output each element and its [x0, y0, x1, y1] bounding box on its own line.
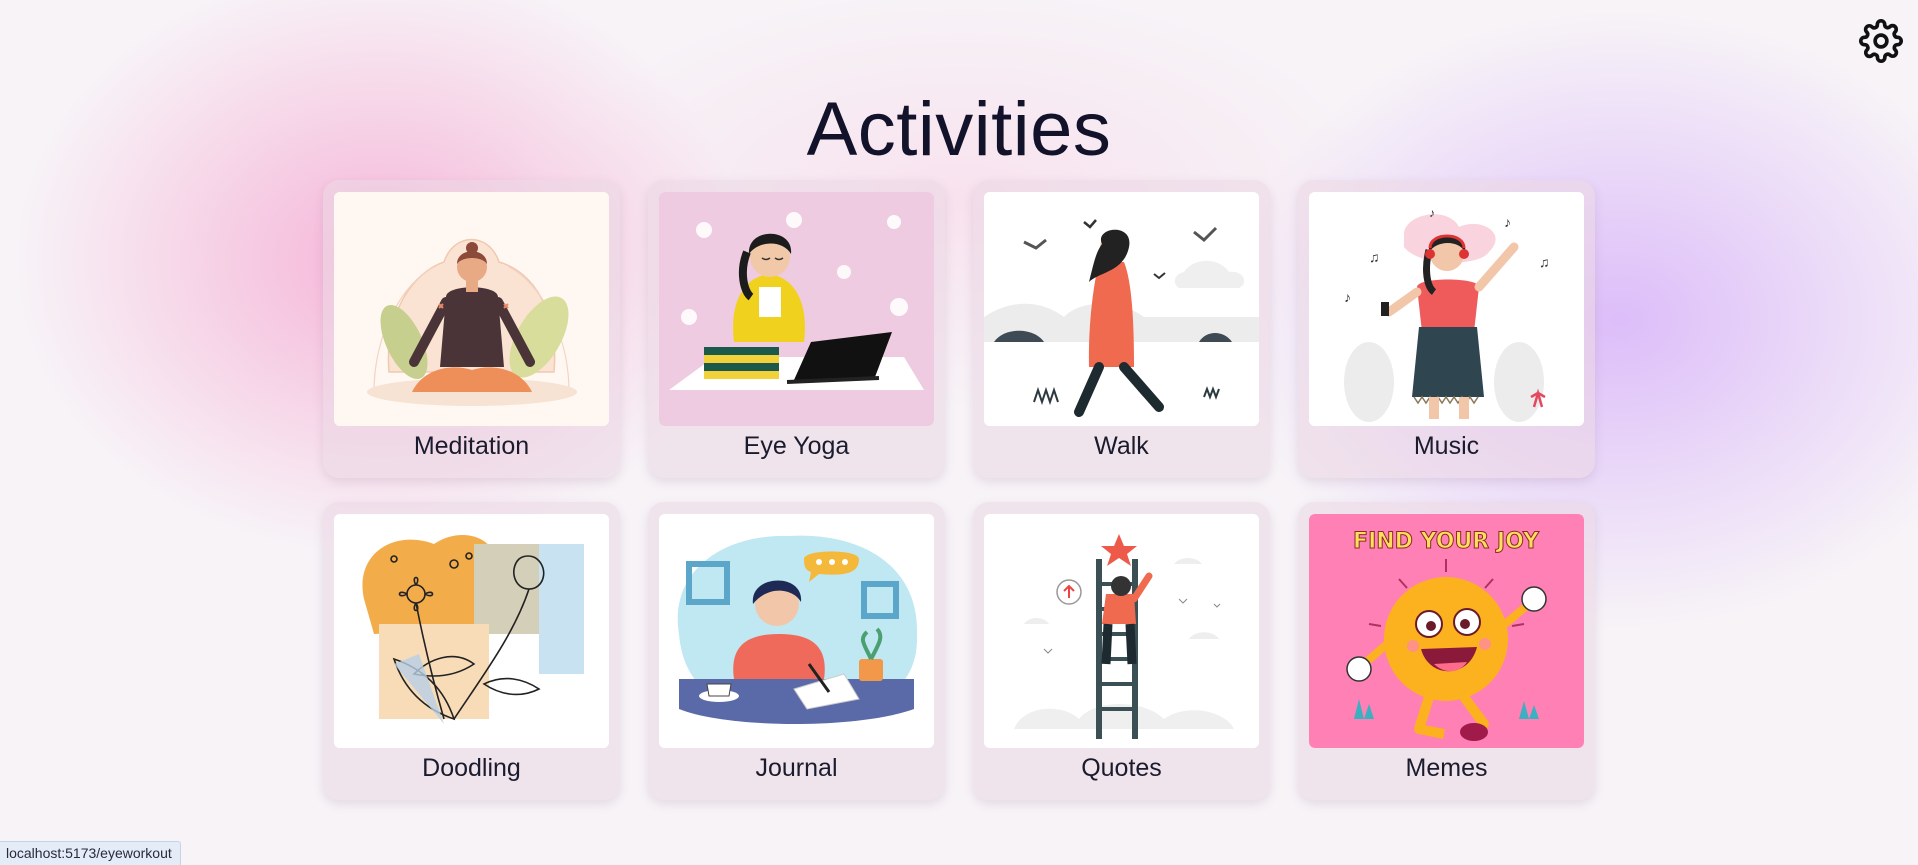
- svg-text:♪: ♪: [1429, 206, 1435, 220]
- activity-card-journal[interactable]: Journal: [648, 502, 945, 800]
- quotes-image: [984, 514, 1259, 748]
- activity-label: Meditation: [413, 432, 530, 460]
- music-image: ♫ ♪ ♫ ♪ ♪: [1309, 192, 1584, 426]
- activity-label: Journal: [755, 754, 838, 782]
- svg-text:♪: ♪: [1504, 214, 1511, 230]
- activity-card-music[interactable]: ♫ ♪ ♫ ♪ ♪ Music: [1298, 180, 1595, 478]
- activities-grid: Meditation Eye Yoga Walk ♫ ♪ ♫ ♪ ♪ Music…: [323, 180, 1595, 800]
- status-bar-url: localhost:5173/eyeworkout: [0, 841, 181, 865]
- activity-label: Quotes: [1081, 754, 1162, 782]
- activity-card-memes[interactable]: FIND YOUR JOY Memes: [1298, 502, 1595, 800]
- meditation-image: [334, 192, 609, 426]
- activity-label: Doodling: [422, 754, 521, 782]
- memes-banner: FIND YOUR JOY: [1353, 529, 1540, 554]
- gear-icon: [1859, 19, 1903, 63]
- eye-yoga-image: [659, 192, 934, 426]
- walk-image: [984, 192, 1259, 426]
- activity-card-quotes[interactable]: Quotes: [973, 502, 1270, 800]
- activity-card-doodling[interactable]: Doodling: [323, 502, 620, 800]
- activity-card-walk[interactable]: Walk: [973, 180, 1270, 478]
- svg-text:♫: ♫: [1539, 254, 1550, 270]
- activity-label: Eye Yoga: [743, 432, 850, 460]
- activity-label: Memes: [1405, 754, 1488, 782]
- activity-label: Walk: [1094, 432, 1149, 460]
- svg-text:♪: ♪: [1344, 289, 1351, 305]
- journal-image: [659, 514, 934, 748]
- activity-card-eye-yoga[interactable]: Eye Yoga: [648, 180, 945, 478]
- activity-label: Music: [1413, 432, 1480, 460]
- settings-button[interactable]: [1858, 18, 1904, 64]
- doodling-image: [334, 514, 609, 748]
- memes-image: FIND YOUR JOY: [1309, 514, 1584, 748]
- page-title: Activities: [806, 87, 1112, 172]
- svg-text:♫: ♫: [1369, 249, 1380, 265]
- activity-card-meditation[interactable]: Meditation: [323, 180, 620, 478]
